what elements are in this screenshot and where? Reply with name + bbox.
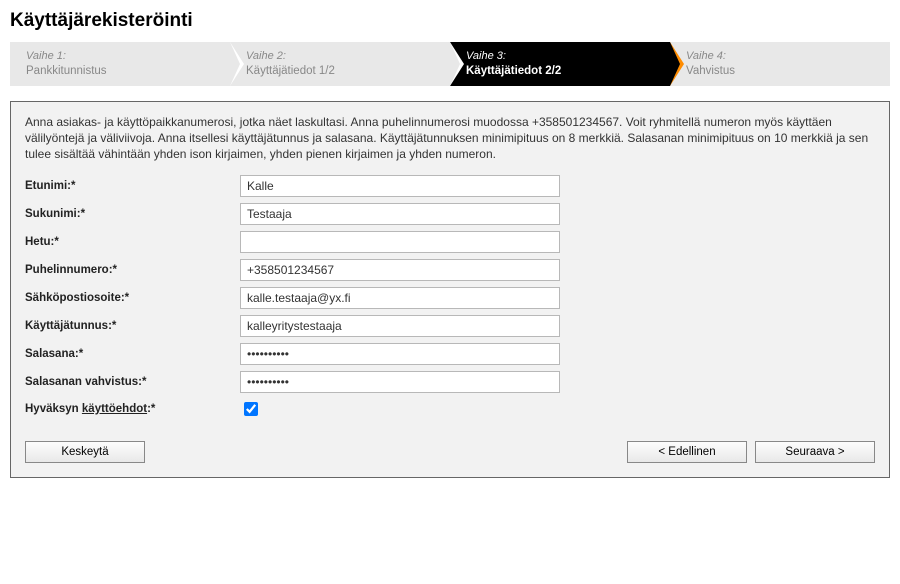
firstname-label: Etunimi:* <box>25 180 240 192</box>
next-button[interactable]: Seuraava > <box>755 441 875 463</box>
ssn-label: Hetu:* <box>25 236 240 248</box>
chevron-right-icon <box>670 42 680 86</box>
email-label: Sähköpostiosoite:* <box>25 292 240 304</box>
lastname-input[interactable] <box>240 203 560 225</box>
username-label: Käyttäjätunnus:* <box>25 320 240 332</box>
phone-label: Puhelinnumero:* <box>25 264 240 276</box>
email-input[interactable] <box>240 287 560 309</box>
form-container: Anna asiakas- ja käyttöpaikkanumerosi, j… <box>10 101 890 478</box>
firstname-input[interactable] <box>240 175 560 197</box>
terms-label-prefix: Hyväksyn <box>25 403 82 415</box>
wizard-step-2: Vaihe 2: Käyttäjätiedot 1/2 <box>230 42 450 86</box>
wizard-steps: Vaihe 1: Pankkitunnistus Vaihe 2: Käyttä… <box>10 42 890 86</box>
step-name: Pankkitunnistus <box>26 64 220 79</box>
ssn-input[interactable] <box>240 231 560 253</box>
step-name: Käyttäjätiedot 1/2 <box>246 64 440 79</box>
chevron-right-icon <box>230 42 240 86</box>
lastname-label: Sukunimi:* <box>25 208 240 220</box>
page-title: Käyttäjärekisteröinti <box>10 10 890 32</box>
form-instructions: Anna asiakas- ja käyttöpaikkanumerosi, j… <box>25 114 875 163</box>
password-confirm-label: Salasanan vahvistus:* <box>25 376 240 388</box>
step-label: Vaihe 2: <box>246 49 440 63</box>
step-name: Käyttäjätiedot 2/2 <box>466 64 660 79</box>
step-name: Vahvistus <box>686 64 880 79</box>
step-label: Vaihe 4: <box>686 49 880 63</box>
cancel-button[interactable]: Keskeytä <box>25 441 145 463</box>
terms-label: Hyväksyn käyttöehdot:* <box>25 403 240 415</box>
step-label: Vaihe 1: <box>26 49 220 63</box>
terms-checkbox[interactable] <box>244 402 258 416</box>
previous-button[interactable]: < Edellinen <box>627 441 747 463</box>
terms-link[interactable]: käyttöehdot <box>82 403 147 415</box>
chevron-right-icon <box>450 42 460 86</box>
phone-input[interactable] <box>240 259 560 281</box>
username-input[interactable] <box>240 315 560 337</box>
terms-label-suffix: :* <box>147 403 155 415</box>
wizard-step-4: Vaihe 4: Vahvistus <box>670 42 890 86</box>
password-input[interactable] <box>240 343 560 365</box>
password-confirm-input[interactable] <box>240 371 560 393</box>
wizard-step-3-active: Vaihe 3: Käyttäjätiedot 2/2 <box>450 42 670 86</box>
step-label: Vaihe 3: <box>466 49 660 63</box>
wizard-step-1: Vaihe 1: Pankkitunnistus <box>10 42 230 86</box>
password-label: Salasana:* <box>25 348 240 360</box>
